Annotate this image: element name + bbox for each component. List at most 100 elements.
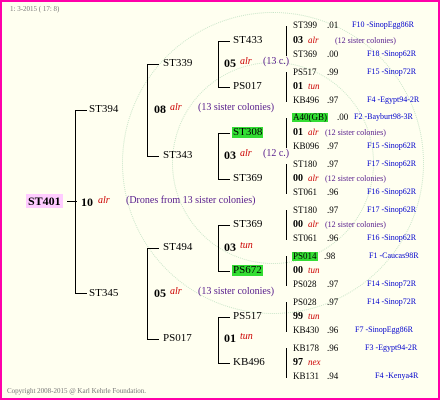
gen4-strain: alr — [308, 127, 319, 137]
root-node-name[interactable]: ST401 — [26, 194, 63, 208]
connector — [218, 317, 230, 318]
gen4-year: .00 — [327, 49, 339, 59]
gen4-strain: alr — [308, 173, 319, 183]
connector — [147, 339, 159, 340]
gen4-strain: tun — [308, 311, 320, 321]
connector — [286, 118, 287, 148]
gen4-code: F16 -Sinop62R — [367, 233, 417, 242]
gen1-note: (13 sister colonies) — [198, 102, 275, 113]
connector — [218, 317, 219, 364]
connector — [147, 64, 148, 157]
gen4-node-name[interactable]: ST061 — [293, 188, 317, 197]
connector — [218, 271, 230, 272]
connector — [286, 164, 287, 194]
gen4-year: .94 — [327, 371, 339, 381]
gen2-node-name[interactable]: ST494 — [163, 242, 192, 253]
gen1-node-name[interactable]: ST345 — [89, 288, 118, 299]
gen4-node-name[interactable]: ST180 — [293, 206, 317, 215]
gen4-strain: alr — [308, 219, 319, 229]
gen2-strain: tun — [240, 240, 253, 251]
connector — [218, 41, 230, 42]
connector — [218, 133, 219, 180]
gen4-year: .98 — [324, 251, 336, 261]
gen4-year: .99 — [327, 67, 339, 77]
connector — [286, 348, 287, 378]
gen4-code: F10 -SinopEgg86R — [352, 20, 415, 29]
gen4-node-name[interactable]: PS028 — [293, 298, 317, 307]
gen4-node-name[interactable]: ST369 — [293, 50, 317, 59]
connector — [218, 87, 230, 88]
connector — [286, 26, 287, 56]
gen4-year: 97 — [293, 357, 303, 368]
gen3-node-name[interactable]: ST433 — [233, 35, 262, 46]
gen2-node-name[interactable]: ST339 — [163, 58, 192, 69]
gen3-node-name-highlighted[interactable]: ST308 — [232, 127, 264, 138]
gen4-code: F14 -Sinop72R — [367, 279, 417, 288]
gen4-code: F14 -Sinop72R — [367, 297, 417, 306]
gen4-strain: alr — [308, 35, 319, 45]
gen2-year: 03 — [224, 240, 236, 254]
gen3-node-name[interactable]: ST369 — [233, 219, 262, 230]
gen4-note: (12 sister colonies) — [335, 36, 396, 45]
gen2-node-name[interactable]: ST343 — [163, 150, 192, 161]
gen4-year: .00 — [337, 112, 349, 122]
gen4-node-name[interactable]: KB178 — [293, 344, 319, 353]
gen1-note: (13 sister colonies) — [198, 286, 275, 297]
gen2-strain: alr — [240, 56, 252, 67]
gen2-year: 01 — [224, 331, 236, 345]
gen3-node-name-highlighted[interactable]: PS672 — [232, 265, 263, 276]
footer-copyright: Copyright 2008-2015 @ Karl Kehrle Founda… — [7, 387, 147, 395]
gen4-strain: tun — [308, 81, 320, 91]
gen4-node-name[interactable]: KB430 — [293, 326, 319, 335]
gen4-node-name-highlighted[interactable]: A40(GB) — [292, 113, 328, 122]
gen4-node-name-highlighted[interactable]: PS014 — [292, 252, 318, 261]
gen4-year: .96 — [327, 233, 339, 243]
watermark-ring — [172, 62, 374, 264]
gen3-node-name[interactable]: PS017 — [233, 81, 262, 92]
gen4-node-name[interactable]: PS028 — [293, 280, 317, 289]
gen4-node-name[interactable]: ST180 — [293, 160, 317, 169]
connector — [286, 302, 287, 332]
gen4-code: F4 -Kenya4R — [375, 371, 419, 380]
connector — [218, 225, 219, 272]
gen2-strain: tun — [240, 331, 253, 342]
gen4-year: .97 — [327, 95, 339, 105]
gen4-node-name[interactable]: ST399 — [293, 21, 317, 30]
connector — [75, 110, 87, 111]
connector — [147, 156, 159, 157]
pedigree-chart: 1: 3-2015 ( 17: 8) ST401 10 alr (Drones … — [0, 0, 440, 400]
gen2-year: 05 — [224, 56, 236, 70]
gen4-year: 00 — [293, 219, 303, 230]
connector — [286, 72, 287, 102]
gen1-node-name[interactable]: ST394 — [89, 104, 118, 115]
gen1-strain: alr — [170, 102, 182, 113]
gen4-node-name[interactable]: KB496 — [293, 96, 319, 105]
gen4-note: (12 sister colonies) — [325, 128, 386, 137]
gen3-node-name[interactable]: ST369 — [233, 173, 262, 184]
gen4-year: .96 — [327, 325, 339, 335]
header-timestamp: 1: 3-2015 ( 17: 8) — [10, 5, 60, 13]
gen2-node-name[interactable]: PS017 — [163, 333, 192, 344]
gen4-node-name[interactable]: PS517 — [293, 68, 317, 77]
connector — [286, 210, 287, 240]
root-note: (Drones from 13 sister colonies) — [126, 195, 256, 206]
connector — [75, 110, 76, 294]
gen4-node-name[interactable]: KB096 — [293, 142, 319, 151]
gen4-year: 99 — [293, 311, 303, 322]
gen4-code: F17 -Sinop62R — [367, 159, 417, 168]
gen3-node-name[interactable]: KB496 — [233, 357, 265, 368]
gen3-node-name[interactable]: PS517 — [233, 311, 262, 322]
connector — [147, 248, 159, 249]
connector — [218, 179, 230, 180]
gen1-strain: alr — [170, 286, 182, 297]
gen4-node-name[interactable]: KB131 — [293, 372, 319, 381]
connector — [218, 41, 219, 88]
gen4-node-name[interactable]: ST061 — [293, 234, 317, 243]
gen4-note: (12 sister colonies) — [325, 174, 386, 183]
gen4-year: .97 — [327, 159, 339, 169]
gen4-note: (12 sister colonies) — [325, 220, 386, 229]
gen4-code: F4 -Egypt94-2R — [367, 95, 420, 104]
gen4-code: F18 -Sinop62R — [367, 49, 417, 58]
gen4-year: 01 — [293, 127, 303, 138]
gen4-code: F16 -Sinop62R — [367, 187, 417, 196]
